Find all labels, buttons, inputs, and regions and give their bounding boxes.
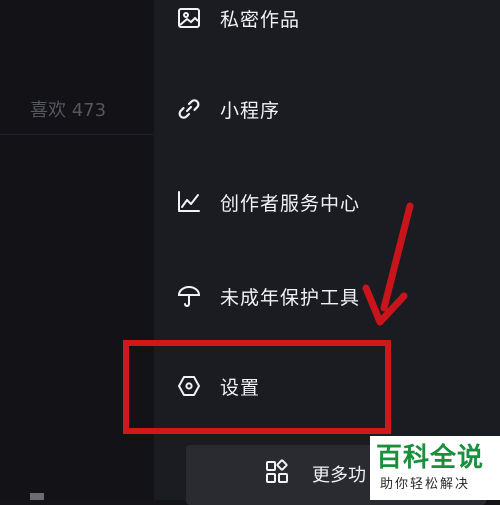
watermark-subtitle: 助你轻松解决 — [380, 477, 471, 492]
umbrella-icon — [175, 282, 203, 310]
menu-item-private-works[interactable]: 私密作品 — [154, 0, 500, 48]
chart-icon — [175, 188, 203, 216]
annotation-highlight-box — [123, 340, 391, 434]
menu-item-label: 私密作品 — [220, 8, 301, 31]
more-functions-label: 更多功 — [312, 465, 366, 486]
link-icon — [175, 95, 203, 123]
image-icon — [175, 4, 203, 32]
grid-icon — [264, 459, 290, 485]
menu-item-creator-center[interactable]: 创作者服务中心 — [154, 172, 500, 232]
menu-item-minor-protection[interactable]: 未成年保护工具 — [154, 266, 500, 326]
bottom-edge-mark — [30, 493, 44, 500]
menu-item-label: 创作者服务中心 — [220, 192, 361, 215]
likes-tab-label: 喜欢 473 — [30, 100, 107, 121]
menu-item-label: 未成年保护工具 — [220, 286, 361, 309]
menu-item-label: 小程序 — [220, 99, 281, 122]
menu-item-mini-programs[interactable]: 小程序 — [154, 79, 500, 139]
watermark-logo: 百科全说 助你轻松解决 — [370, 436, 500, 500]
annotation-arrow-icon — [362, 202, 414, 326]
watermark-title: 百科全说 — [376, 443, 485, 473]
